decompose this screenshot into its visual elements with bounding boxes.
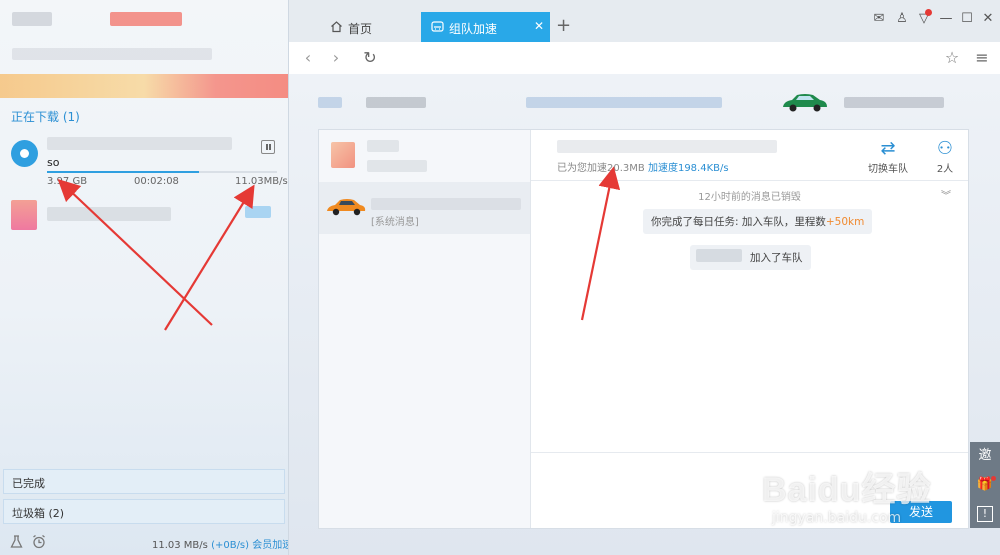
minimize-icon[interactable]: — <box>939 12 953 26</box>
home-icon <box>331 21 342 33</box>
tab-team-label: 组队加速 <box>449 22 498 36</box>
task-message: 你完成了每日任务: 加入车队，里程数+50km <box>643 209 873 234</box>
divider <box>531 180 968 181</box>
switch-team-label: 切换车队 <box>868 164 908 175</box>
members-button[interactable]: ⚇ 2人 <box>921 138 969 175</box>
task-message-text: 你完成了每日任务: 加入车队，里程数 <box>651 216 826 228</box>
download-speed: 11.03MB/s <box>235 176 288 187</box>
menu-dropdown-icon[interactable]: ▽ <box>917 9 932 26</box>
extra-speed-value: (+0B/s) <box>211 540 250 551</box>
blurred-text <box>367 160 427 172</box>
accelerated-amount: 已为您加速20.3MB <box>557 163 645 174</box>
blurred-badge <box>110 12 182 26</box>
navigation-bar: ‹ › ↻ ☆ ≡ <box>289 42 1000 75</box>
blurred-text <box>844 97 944 108</box>
tab-home-label: 首页 <box>348 22 373 36</box>
downloading-section-title[interactable]: 正在下载 (1) <box>11 108 80 125</box>
green-car-icon <box>783 94 827 112</box>
total-speed: 11.03 MB/s (+0B/s) 会员加速 <box>152 536 288 551</box>
people-icon: ⚇ <box>936 138 954 159</box>
back-icon[interactable]: ‹ <box>299 49 317 67</box>
team-avatar <box>331 142 355 168</box>
mileage-bonus: +50km <box>825 216 865 228</box>
download-item[interactable]: so 3.97 GB 00:02:08 11.03MB/s <box>0 132 288 192</box>
forward-icon[interactable]: › <box>327 49 345 67</box>
hamburger-menu-icon[interactable]: ≡ <box>973 49 991 67</box>
skin-icon[interactable]: ♙ <box>895 12 909 26</box>
window-close-icon[interactable]: ✕ <box>981 12 995 26</box>
blurred-text <box>12 48 212 60</box>
download-sidebar: 正在下载 (1) so 3.97 GB 00:02:08 11.03MB/s 已… <box>0 0 289 555</box>
refresh-icon[interactable]: ↻ <box>361 49 379 67</box>
orange-car-icon <box>327 199 366 216</box>
swap-arrows-icon: ⇄ <box>880 138 896 159</box>
trash-category[interactable]: 垃圾箱 (2) <box>3 499 285 524</box>
team-list: [系统消息] <box>319 130 531 528</box>
disc-icon <box>11 140 38 167</box>
members-count: 2人 <box>936 164 954 175</box>
download-progress-bar <box>47 171 277 173</box>
pause-button[interactable] <box>261 140 275 154</box>
download-filename: so <box>47 156 60 169</box>
blurred-filename <box>47 137 232 150</box>
download-size: 3.97 GB <box>47 176 88 187</box>
status-bar: 11.03 MB/s (+0B/s) 会员加速 <box>0 530 288 555</box>
acceleration-speed: 加速度198.4KB/s <box>647 163 729 174</box>
favorite-star-icon[interactable]: ☆ <box>943 49 961 67</box>
join-message-text: 加入了车队 <box>750 252 803 264</box>
total-speed-value: 11.03 MB/s <box>152 540 208 551</box>
notification-dot <box>991 476 996 481</box>
blurred-text <box>526 97 722 108</box>
tab-bar: 首页 组队加速 ✕ + ✉ ♙ ▽ — ☐ ✕ <box>289 0 1000 42</box>
baidu-jingyan-watermark: Baidu经验 jingyan.baidu.com <box>762 462 962 542</box>
system-message-tag: [系统消息] <box>371 217 419 228</box>
blurred-team-name <box>557 140 777 153</box>
blurred-text <box>371 198 521 210</box>
app-icon <box>11 200 37 230</box>
promo-banner[interactable] <box>0 74 288 98</box>
notification-dot <box>925 9 932 16</box>
car-icon <box>431 21 444 32</box>
completed-category[interactable]: 已完成 <box>3 469 285 494</box>
side-toolbar: 邀 🎁 ! <box>970 442 1000 528</box>
maximize-icon[interactable]: ☐ <box>960 12 974 26</box>
invite-button[interactable]: 邀 <box>970 442 1000 470</box>
new-tab-button[interactable]: + <box>556 15 571 36</box>
alarm-clock-icon[interactable] <box>32 534 46 549</box>
gift-icon[interactable]: 🎁 <box>970 471 1000 499</box>
blurred-username <box>696 249 742 262</box>
switch-team-button[interactable]: ⇄ 切换车队 <box>864 138 912 175</box>
blurred-text <box>47 207 171 221</box>
flask-icon[interactable] <box>10 535 23 549</box>
vip-accelerate-link[interactable]: 会员加速 <box>252 540 288 551</box>
tab-team-accelerate[interactable]: 组队加速 ✕ <box>421 12 550 42</box>
blurred-button[interactable] <box>245 206 271 218</box>
acceleration-info: 已为您加速20.3MB 加速度198.4KB/s <box>557 159 729 174</box>
close-icon[interactable]: ✕ <box>534 19 544 33</box>
feedback-icon[interactable]: ! <box>977 506 993 522</box>
watermark-main: Baidu经验 <box>762 471 932 509</box>
collapse-chevron-icon[interactable]: ︾ <box>941 187 951 202</box>
blurred-text <box>366 97 426 108</box>
team-list-item[interactable]: [系统消息] <box>319 182 530 234</box>
watermark-sub: jingyan.baidu.com <box>772 510 902 526</box>
download-elapsed: 00:02:08 <box>134 176 179 187</box>
join-message: 加入了车队 <box>690 245 811 270</box>
blurred-text <box>367 140 399 152</box>
mail-icon[interactable]: ✉ <box>872 12 886 26</box>
blurred-text <box>318 97 342 108</box>
user-avatar[interactable] <box>12 12 52 26</box>
messages-destroyed-notice: 12小时前的消息已销毁 <box>698 192 801 203</box>
